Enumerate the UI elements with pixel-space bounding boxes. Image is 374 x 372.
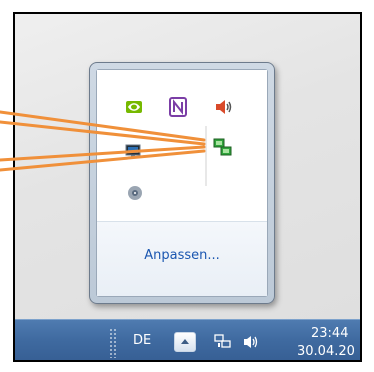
hidden-icons-area bbox=[97, 70, 267, 222]
media-disc-icon[interactable] bbox=[126, 184, 144, 202]
chevron-up-icon bbox=[181, 339, 189, 344]
network-computers-icon[interactable] bbox=[213, 138, 232, 156]
nvidia-icon[interactable] bbox=[125, 98, 143, 116]
screenshot-frame: Anpassen... DE 23:44 30.04.20 bbox=[0, 0, 374, 372]
tray-overflow-panel: Anpassen... bbox=[96, 69, 268, 297]
language-indicator[interactable]: DE bbox=[133, 333, 151, 348]
network-icon[interactable] bbox=[214, 334, 232, 350]
screen-area: Anpassen... DE 23:44 30.04.20 bbox=[13, 12, 362, 362]
show-hidden-icons-button[interactable] bbox=[174, 332, 196, 352]
clock-time[interactable]: 23:44 bbox=[311, 326, 348, 341]
onenote-icon[interactable] bbox=[169, 97, 187, 117]
taskbar-gripper[interactable] bbox=[109, 328, 117, 358]
customize-link[interactable]: Anpassen... bbox=[97, 248, 267, 263]
popup-footer: Anpassen... bbox=[97, 221, 267, 296]
tray-overflow-popup: Anpassen... bbox=[89, 62, 275, 304]
speaker-icon[interactable] bbox=[214, 98, 232, 116]
volume-icon[interactable] bbox=[242, 334, 262, 350]
display-monitor-icon[interactable] bbox=[125, 142, 143, 160]
divider bbox=[205, 126, 207, 186]
taskbar: DE 23:44 30.04.20 bbox=[15, 319, 360, 360]
clock-date[interactable]: 30.04.20 bbox=[297, 344, 355, 359]
